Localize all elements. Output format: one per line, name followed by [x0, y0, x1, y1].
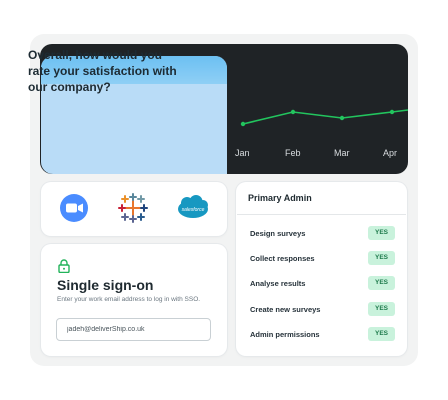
- permission-label: Admin permissions: [250, 330, 320, 339]
- chart-data-point: [240, 121, 246, 127]
- chart-data-point: [339, 115, 345, 121]
- permission-label: Analyse results: [250, 279, 306, 288]
- permission-label: Design surveys: [250, 229, 306, 238]
- zoom-icon[interactable]: [59, 193, 89, 223]
- lock-icon: [58, 259, 70, 273]
- admin-title: Primary Admin: [248, 193, 312, 203]
- permission-status-badge: YES: [368, 251, 395, 265]
- permission-label: Create new surveys: [250, 305, 321, 314]
- permission-status-badge: YES: [368, 276, 395, 290]
- permission-status-badge: YES: [368, 226, 395, 240]
- x-axis-tick-label: Mar: [334, 148, 350, 158]
- sso-title: Single sign-on: [57, 277, 154, 293]
- chart-data-point: [290, 109, 296, 115]
- sso-description: Enter your work email address to log in …: [57, 296, 201, 303]
- permission-status-badge: YES: [368, 302, 395, 316]
- permission-status-badge: YES: [368, 327, 395, 341]
- x-axis-tick-label: Jan: [235, 148, 250, 158]
- chart-data-point: [389, 109, 395, 115]
- salesforce-logo-text: salesforce: [182, 207, 205, 213]
- email-field[interactable]: [56, 318, 211, 341]
- x-axis-tick-label: Apr: [383, 148, 398, 158]
- chart-series-line: [242, 109, 408, 125]
- admin-divider: [237, 214, 406, 215]
- tableau-icon[interactable]: [118, 193, 148, 223]
- salesforce-icon[interactable]: salesforce: [176, 193, 210, 223]
- survey-question-text: Overall, how would you rate your satisfa…: [28, 48, 177, 94]
- x-axis-tick-label: Feb: [285, 148, 301, 158]
- permission-label: Collect responses: [250, 254, 315, 263]
